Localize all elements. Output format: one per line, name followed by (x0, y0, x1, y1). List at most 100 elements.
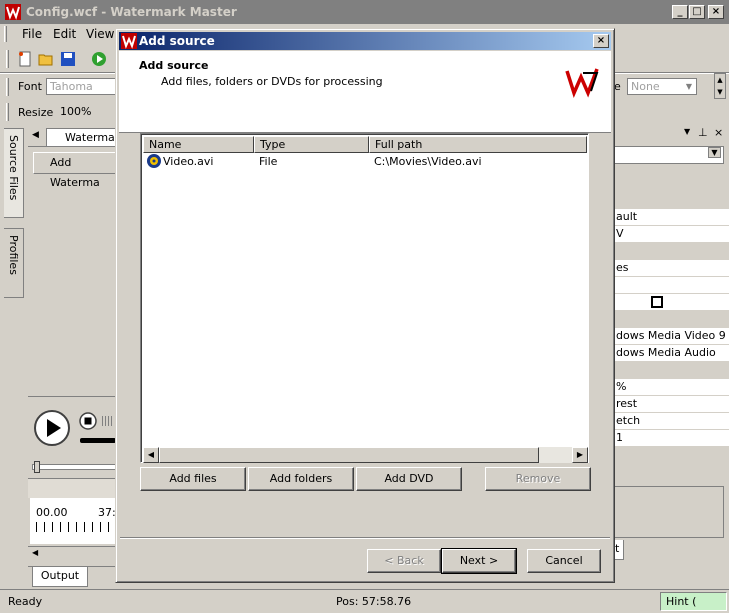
profile-select[interactable]: ▼ (614, 146, 724, 164)
resize-value[interactable]: 100% (60, 105, 91, 118)
checkbox[interactable] (651, 296, 663, 308)
prop-row[interactable]: dows Media Audio 9.1 (614, 345, 729, 375)
main-toolbar (0, 46, 115, 72)
prop-row[interactable]: dows Media Video 9 (614, 328, 729, 345)
column-header-type[interactable]: Type (254, 136, 369, 153)
editor-panel: ◀ Watermark Add Waterma 00.00 37: ◀ (28, 126, 126, 588)
table-row[interactable]: Video.avi File C:\Movies\Video.avi (143, 153, 586, 170)
panel-menu-icon[interactable]: ▼ (684, 127, 690, 136)
resize-toolbar-grip (6, 103, 9, 121)
add-watermark-button[interactable]: Add Waterma (33, 152, 116, 189)
horizontal-scrollbar[interactable]: ◀ ▶ (143, 447, 588, 463)
tab-watermark[interactable]: Watermark (46, 128, 126, 146)
window-title-bar: Config.wcf - Watermark Master _ □ × (0, 0, 729, 24)
timeline-scrollbar[interactable]: ◀ (28, 546, 116, 562)
back-button[interactable]: < Back (367, 549, 441, 573)
scroll-left-icon[interactable]: ◀ (143, 447, 159, 463)
tab-profiles[interactable]: Profiles (4, 228, 24, 298)
maximize-button[interactable]: □ (689, 5, 705, 19)
add-folders-button[interactable]: Add folders (248, 467, 354, 491)
tab-source-files-label: Source Files (7, 135, 20, 201)
none-select[interactable]: None ▼ (627, 78, 697, 95)
bottom-tab-strip: Output (28, 566, 116, 588)
menu-view[interactable]: View (86, 27, 114, 41)
add-dvd-button[interactable]: Add DVD (356, 467, 462, 491)
chevron-down-icon: ▼ (708, 147, 721, 158)
video-file-icon (147, 154, 161, 168)
properties-panel: ▼ ⊥ × ▼ ault V es dows Media Video 9 dow… (614, 126, 729, 588)
cell-name: Video.avi (163, 155, 214, 168)
dialog-heading: Add source (139, 59, 209, 72)
scroll-right-icon[interactable]: ▶ (572, 447, 588, 463)
play-button-icon[interactable] (34, 410, 70, 446)
time-start: 00.00 (36, 506, 68, 519)
prop-row[interactable]: V (614, 226, 729, 243)
save-icon[interactable] (60, 51, 76, 67)
font-select[interactable]: Tahoma (46, 78, 116, 95)
next-button[interactable]: Next > (441, 548, 517, 574)
open-folder-icon[interactable] (38, 51, 54, 67)
tab-output[interactable]: Output (32, 567, 88, 587)
remove-button[interactable]: Remove (485, 467, 591, 491)
wm-logo-icon (565, 67, 599, 98)
scroll-left-icon[interactable]: ◀ (32, 548, 38, 557)
new-file-icon[interactable] (17, 51, 33, 67)
tab-scroll-left-icon[interactable]: ◀ (32, 130, 39, 140)
dialog-app-icon (121, 33, 137, 49)
prop-group-header (614, 362, 729, 379)
pin-icon[interactable]: ⊥ (698, 126, 708, 139)
volume-grip (102, 416, 114, 426)
prop-row[interactable]: 1 (614, 430, 729, 447)
toolbar-grip (6, 50, 9, 68)
dialog-header: Add source Add files, folders or DVDs fo… (119, 51, 611, 133)
add-files-button[interactable]: Add files (140, 467, 246, 491)
chevron-down-icon: ▼ (685, 82, 692, 91)
tab-source-files[interactable]: Source Files (4, 128, 24, 218)
tab-partial[interactable]: t (614, 540, 624, 560)
menu-edit[interactable]: Edit (53, 27, 76, 41)
scroll-thumb[interactable] (159, 447, 539, 463)
source-list[interactable]: Name Type Full path Video.avi File C:\Mo… (140, 133, 589, 463)
panel-close-icon[interactable]: × (714, 126, 723, 139)
stop-button-icon[interactable] (79, 412, 97, 430)
prop-row[interactable] (614, 277, 729, 294)
menu-file[interactable]: File (22, 27, 42, 41)
timeline-header (28, 478, 116, 498)
left-tab-strip: Source Files Profiles (0, 128, 28, 568)
prop-row[interactable]: % (614, 379, 729, 396)
dialog-subheading: Add files, folders or DVDs for processin… (161, 75, 383, 88)
app-logo-icon (5, 4, 21, 20)
dialog-close-button[interactable]: × (593, 34, 609, 48)
minimize-button[interactable]: _ (672, 5, 688, 19)
menu-grip (4, 26, 7, 42)
window-title: Config.wcf - Watermark Master (26, 5, 237, 19)
seek-thumb[interactable] (34, 461, 40, 473)
font-toolbar: Font Tahoma (0, 75, 116, 99)
prop-row[interactable]: etch (614, 413, 729, 430)
prop-row[interactable]: rest (614, 396, 729, 413)
dialog-title-bar: Add source × (119, 32, 611, 50)
status-bar: Ready Pos: 57:58.76 Hint ( (0, 589, 729, 611)
prop-row[interactable]: es (614, 260, 729, 277)
right-toolbar-label-fragment: e (614, 80, 621, 93)
time-mid: 37: (98, 506, 116, 519)
cell-path: C:\Movies\Video.avi (374, 155, 482, 168)
cancel-button[interactable]: Cancel (527, 549, 601, 573)
status-hint: Hint ( (660, 592, 727, 611)
seek-track[interactable] (32, 464, 116, 470)
column-header-name[interactable]: Name (143, 136, 254, 153)
timeline[interactable]: 00.00 37: (30, 498, 116, 544)
none-select-value: None (631, 80, 660, 93)
resize-label: Resize (18, 106, 54, 119)
panel-header: ▼ ⊥ × (614, 126, 729, 142)
toolbar-scroll[interactable]: ▲ ▼ (714, 73, 726, 99)
add-source-dialog: Add source × Add source Add files, folde… (115, 28, 615, 583)
prop-row-checkbox[interactable] (614, 294, 729, 311)
close-button[interactable]: × (708, 5, 724, 19)
column-header-full-path[interactable]: Full path (369, 136, 587, 153)
run-icon[interactable] (91, 51, 107, 67)
tab-divider (28, 146, 116, 147)
font-label: Font (18, 80, 42, 93)
prop-row[interactable]: ault (614, 209, 729, 226)
volume-slider[interactable] (80, 438, 116, 443)
